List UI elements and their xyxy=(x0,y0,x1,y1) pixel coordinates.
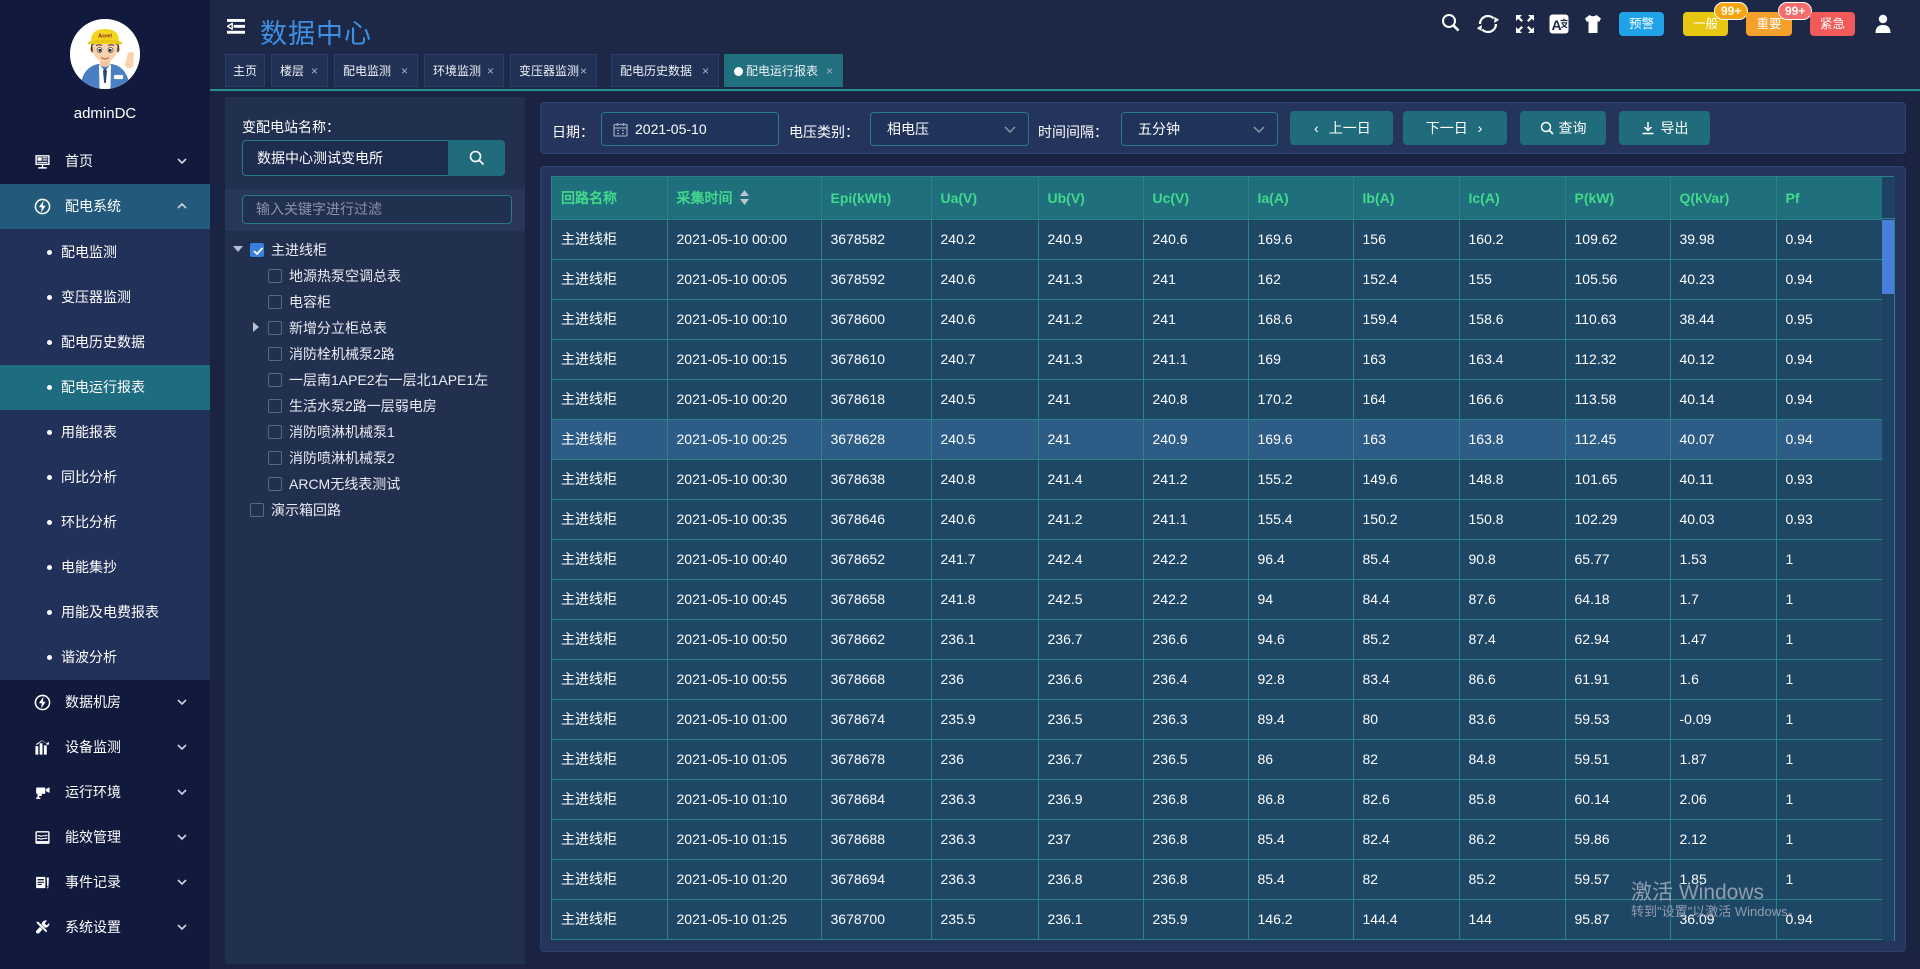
svg-text:A: A xyxy=(1551,17,1561,33)
svg-text:Acrel: Acrel xyxy=(98,34,112,40)
